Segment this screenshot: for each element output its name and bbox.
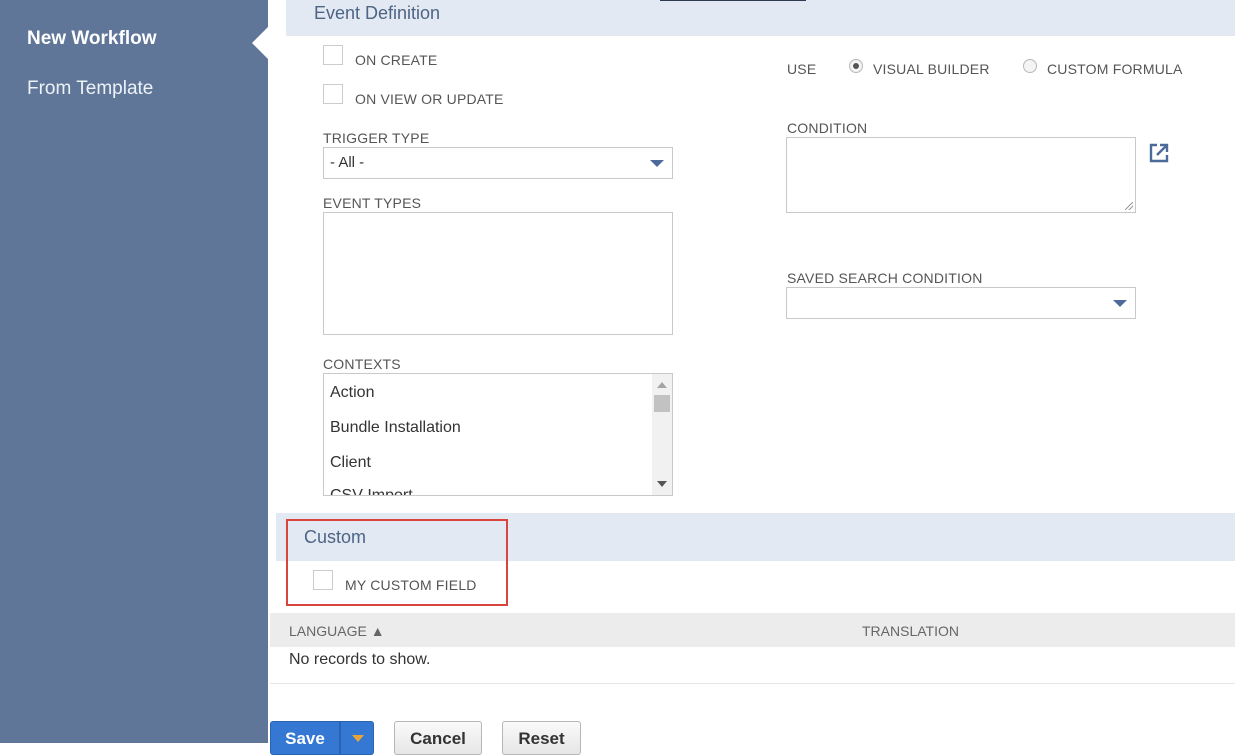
visual-builder-radio[interactable] <box>849 59 863 73</box>
scroll-up-icon[interactable] <box>657 382 667 388</box>
scroll-thumb[interactable] <box>654 395 670 412</box>
highlight-box <box>286 519 508 606</box>
visual-builder-label: VISUAL BUILDER <box>873 61 990 77</box>
trigger-type-select[interactable]: - All - <box>323 147 673 179</box>
resize-grip-icon[interactable] <box>1125 202 1133 210</box>
event-types-label: EVENT TYPES <box>323 195 422 211</box>
open-external-icon[interactable] <box>1148 142 1170 164</box>
condition-textarea[interactable] <box>786 137 1136 213</box>
column-header-language[interactable]: LANGUAGE ▲ <box>289 623 385 639</box>
contexts-label: CONTEXTS <box>323 356 401 372</box>
chevron-down-icon <box>1113 300 1127 307</box>
sidebar-item-from-template[interactable]: From Template <box>27 78 153 100</box>
on-create-label: ON CREATE <box>355 52 438 68</box>
event-definition-title: Event Definition <box>314 3 441 23</box>
table-divider <box>270 683 1235 684</box>
column-header-translation[interactable]: TRANSLATION <box>862 623 959 639</box>
on-create-checkbox[interactable] <box>323 45 343 65</box>
save-options-button[interactable] <box>340 721 374 755</box>
empty-message: No records to show. <box>289 651 431 668</box>
sidebar-active-indicator <box>252 27 268 59</box>
chevron-down-icon <box>352 735 364 742</box>
sidebar: New Workflow From Template <box>0 0 268 743</box>
event-types-listbox[interactable] <box>323 212 673 335</box>
save-button[interactable]: Save <box>270 721 340 755</box>
contexts-scrollbar[interactable] <box>652 374 672 495</box>
sidebar-item-new-workflow[interactable]: New Workflow <box>27 28 157 50</box>
translations-table-header: LANGUAGE ▲ TRANSLATION <box>270 613 1235 647</box>
header-divider <box>660 0 806 1</box>
trigger-type-label: TRIGGER TYPE <box>323 130 430 146</box>
trigger-type-value: - All - <box>330 154 365 171</box>
condition-label: CONDITION <box>787 120 868 136</box>
list-item[interactable]: Client <box>330 454 371 472</box>
chevron-down-icon <box>650 160 664 167</box>
saved-search-label: SAVED SEARCH CONDITION <box>787 270 983 286</box>
saved-search-select[interactable] <box>786 287 1136 319</box>
cancel-button[interactable]: Cancel <box>394 721 482 755</box>
scroll-down-icon[interactable] <box>657 481 667 487</box>
custom-formula-label: CUSTOM FORMULA <box>1047 61 1183 77</box>
on-view-update-label: ON VIEW OR UPDATE <box>355 91 504 107</box>
custom-formula-radio[interactable] <box>1023 59 1037 73</box>
on-view-update-checkbox[interactable] <box>323 84 343 104</box>
reset-button[interactable]: Reset <box>502 721 581 755</box>
event-definition-header: Event Definition <box>286 0 1235 36</box>
list-item[interactable]: Action <box>330 384 374 402</box>
list-item[interactable]: CSV Import <box>330 487 413 495</box>
contexts-listbox[interactable]: Action Bundle Installation Client CSV Im… <box>323 373 673 496</box>
main-content: Event Definition ON CREATE ON VIEW OR UP… <box>268 0 1235 755</box>
use-label: USE <box>787 61 817 77</box>
list-item[interactable]: Bundle Installation <box>330 419 461 437</box>
